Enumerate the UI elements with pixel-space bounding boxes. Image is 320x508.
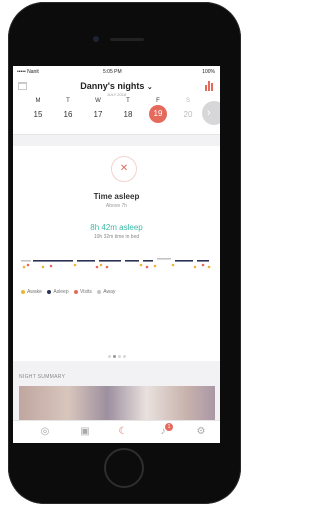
- earpiece-speaker: [110, 38, 144, 41]
- visit-mark: [145, 265, 149, 269]
- camera-icon[interactable]: ◎: [39, 426, 51, 438]
- legend-item-asleep: Asleep: [47, 289, 69, 295]
- day-label: F: [156, 98, 160, 104]
- awake-mark: [41, 265, 45, 269]
- timeline-segment-away: [157, 258, 171, 260]
- close-icon[interactable]: ✕: [111, 156, 137, 182]
- timeline-segment-asleep: [99, 260, 121, 262]
- awake-mark: [139, 263, 143, 267]
- metric-subtitle: Above 7h: [105, 203, 128, 209]
- visit-mark: [105, 265, 109, 269]
- timeline-segment-asleep: [77, 260, 95, 262]
- day-label: T: [126, 98, 130, 104]
- notifications-icon[interactable]: ♪ 1: [157, 423, 173, 438]
- timeline-segment-asleep: [175, 260, 193, 262]
- status-bar: ••••• Nanit 5:05 PM 100%: [13, 66, 220, 78]
- day-label: T: [66, 98, 70, 104]
- timeline-segment-away: [21, 260, 31, 262]
- battery-label: 100%: [202, 69, 215, 75]
- asleep-duration: 8h 42m asleep: [90, 223, 143, 232]
- home-button[interactable]: [104, 448, 144, 488]
- awake-mark: [99, 263, 103, 267]
- day-label: M: [35, 98, 41, 104]
- awake-mark: [22, 265, 26, 269]
- front-camera: [93, 36, 99, 42]
- night-summary-heading: NIGHT SUMMARY: [19, 374, 66, 380]
- day-number: 18: [123, 110, 133, 119]
- sleep-card: ✕ Time asleep Above 7h 8h 42m asleep 10h…: [13, 146, 220, 361]
- status-time: 5:05 PM: [103, 69, 122, 75]
- day-label: S: [185, 98, 190, 104]
- chevron-down-icon: ⌄: [146, 84, 153, 91]
- legend-item-visits: Visits: [74, 289, 92, 295]
- moon-icon[interactable]: ☾: [117, 426, 129, 438]
- timeline-segment-asleep: [33, 260, 73, 262]
- day-number: 20: [183, 110, 193, 119]
- briefcase-icon[interactable]: ▣: [79, 426, 91, 438]
- tab-bar: ◎ ▣ ☾ ♪ 1 ⚙: [13, 420, 220, 443]
- visit-mark: [201, 263, 205, 267]
- nights-title-dropdown[interactable]: Danny's nights ⌄: [13, 81, 220, 91]
- in-bed-duration: 10h 32m time in bed: [93, 234, 140, 240]
- carrier-label: ••••• Nanit: [17, 69, 39, 75]
- settings-icon[interactable]: ⚙: [195, 426, 207, 438]
- day-number: 19: [149, 105, 167, 123]
- timeline-legend: Awake Asleep Visits Away: [21, 289, 119, 295]
- awake-mark: [171, 263, 175, 267]
- visit-mark: [95, 265, 99, 269]
- visit-mark: [26, 263, 30, 267]
- timeline-segment-asleep: [197, 260, 209, 262]
- day-number: 17: [93, 110, 103, 119]
- week-strip: M 15 T 16 W 17 T 18 F 19 S 20 ›: [13, 96, 220, 135]
- timeline-segment-asleep: [125, 260, 139, 262]
- metric-title: Time asleep: [93, 192, 140, 201]
- app-screen: ••••• Nanit 5:05 PM 100% Danny's nights …: [13, 66, 220, 443]
- day-label: W: [95, 98, 101, 104]
- timeline-segment-asleep: [143, 260, 153, 262]
- stats-bars-icon[interactable]: [205, 81, 214, 91]
- legend-item-awake: Awake: [21, 289, 42, 295]
- day-number: 16: [63, 110, 73, 119]
- page-title: Danny's nights: [80, 81, 145, 91]
- next-week-button[interactable]: ›: [202, 101, 220, 125]
- nav-header: Danny's nights ⌄ JULY 2018: [13, 78, 220, 97]
- visit-mark: [49, 264, 53, 268]
- notification-badge: 1: [165, 423, 173, 431]
- sleep-timeline: [21, 258, 211, 269]
- awake-mark: [193, 265, 197, 269]
- day-number: 15: [33, 110, 43, 119]
- legend-item-away: Away: [97, 289, 115, 295]
- page-indicator[interactable]: [13, 345, 220, 363]
- awake-mark: [207, 265, 211, 269]
- awake-mark: [153, 264, 157, 268]
- awake-mark: [73, 263, 77, 267]
